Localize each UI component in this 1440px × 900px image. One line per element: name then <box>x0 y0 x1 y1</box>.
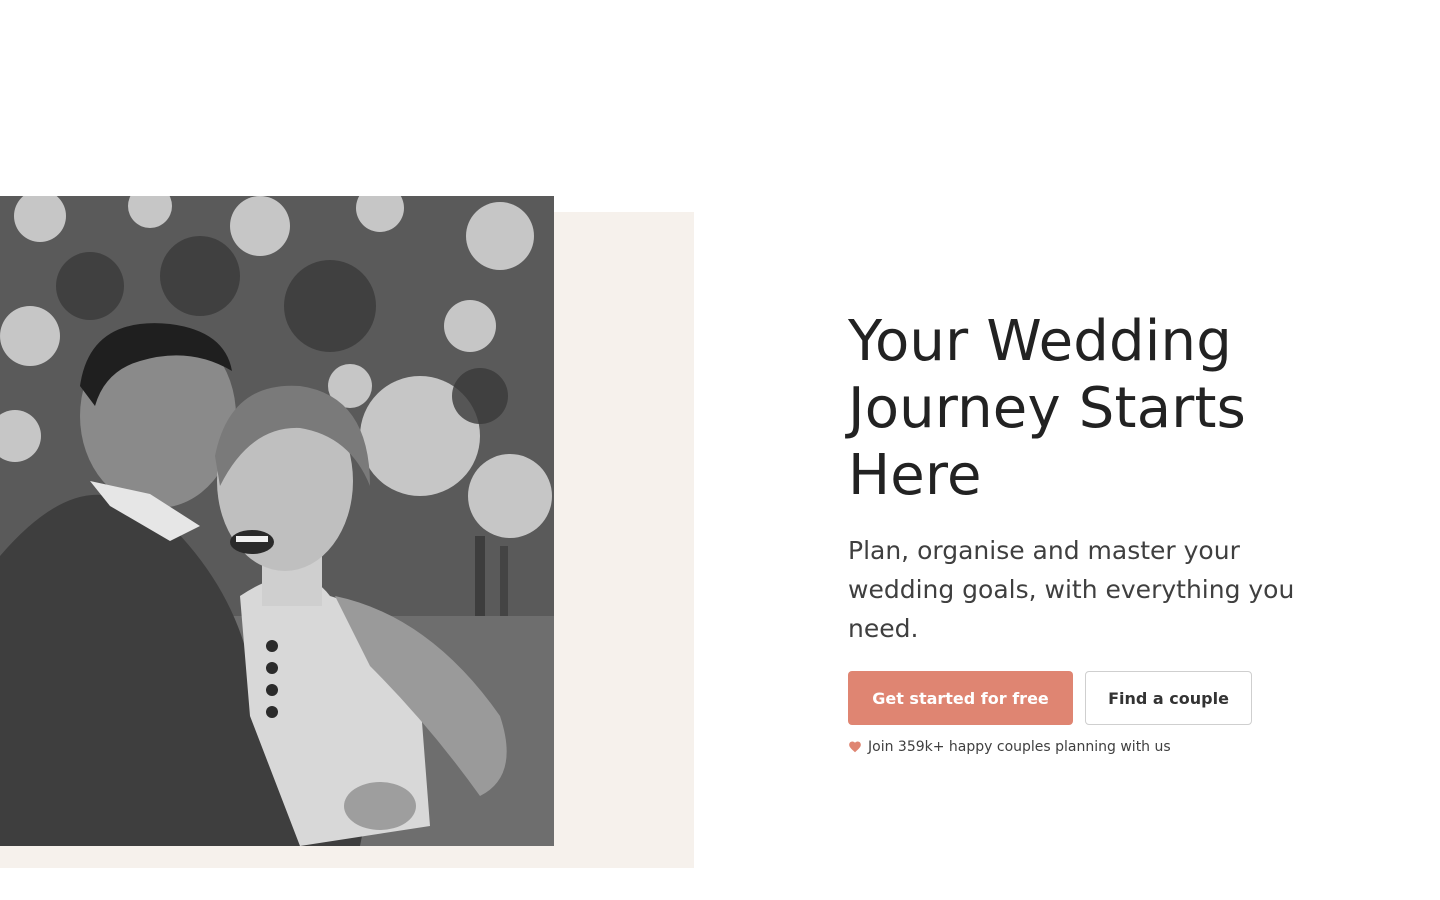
hero-subtitle: Plan, organise and master your wedding g… <box>848 536 1295 643</box>
social-proof: Join 359k+ happy couples planning with u… <box>848 739 1348 755</box>
hero-content: Your Wedding Journey Starts Here Plan, o… <box>848 308 1348 755</box>
landing-page: Your Wedding Journey Starts Here Plan, o… <box>0 0 1440 900</box>
social-proof-text: Join 359k+ happy couples planning with u… <box>868 739 1171 755</box>
couple-photo-illustration <box>0 196 554 846</box>
get-started-button[interactable]: Get started for free <box>848 671 1073 725</box>
cta-row: Get started for free Find a couple <box>848 671 1348 725</box>
find-couple-button[interactable]: Find a couple <box>1085 671 1252 725</box>
hero-title: Your Wedding Journey Starts Here <box>848 309 1246 508</box>
hero-couple-photo <box>0 196 554 846</box>
heart-icon <box>848 740 862 754</box>
